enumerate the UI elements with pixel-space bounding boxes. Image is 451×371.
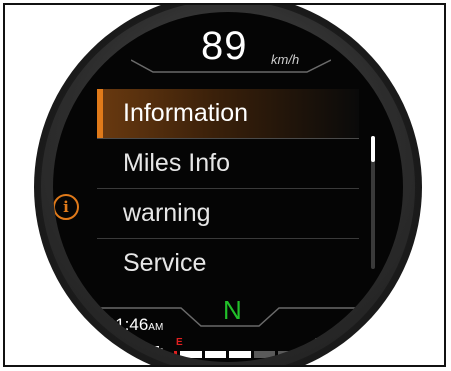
- menu-scrollbar[interactable]: [371, 136, 375, 269]
- information-icon: i: [53, 194, 79, 220]
- gear-indicator: N: [223, 295, 242, 325]
- fuel-segment: [180, 351, 202, 358]
- fuel-low-marker: [174, 351, 177, 358]
- gauge-bezel: 89 km/h i Information Miles Info warning…: [34, 5, 422, 365]
- clock-time: 11:46: [107, 315, 149, 334]
- fuel-segment: [229, 351, 251, 358]
- menu-scrollbar-thumb[interactable]: [371, 136, 375, 162]
- menu-item-information[interactable]: Information: [97, 89, 359, 139]
- screenshot-frame: 89 km/h i Information Miles Info warning…: [3, 3, 446, 367]
- clock: 11:46AM: [107, 315, 163, 335]
- menu-item-miles-info[interactable]: Miles Info: [97, 139, 359, 189]
- menu-list: Information Miles Info warning Service: [97, 89, 359, 289]
- clock-ampm: AM: [148, 322, 164, 333]
- fuel-full-label: F: [315, 337, 322, 348]
- fuel-empty-label: E: [176, 337, 183, 348]
- fuel-segment: [253, 351, 275, 358]
- menu-item-warning[interactable]: warning: [97, 189, 359, 239]
- menu-item-service[interactable]: Service: [97, 239, 359, 289]
- gauge-display: 89 km/h i Information Miles Info warning…: [53, 12, 403, 362]
- fuel-segment: [278, 351, 300, 358]
- fuel-segment: [302, 351, 324, 358]
- speed-value: 89: [201, 24, 248, 68]
- fuel-segment: [204, 351, 226, 358]
- fuel-gauge: [174, 351, 324, 358]
- speed-unit: km/h: [271, 52, 300, 67]
- gauge-ring: 89 km/h i Information Miles Info warning…: [41, 5, 415, 365]
- fuel-pump-icon: [152, 346, 164, 357]
